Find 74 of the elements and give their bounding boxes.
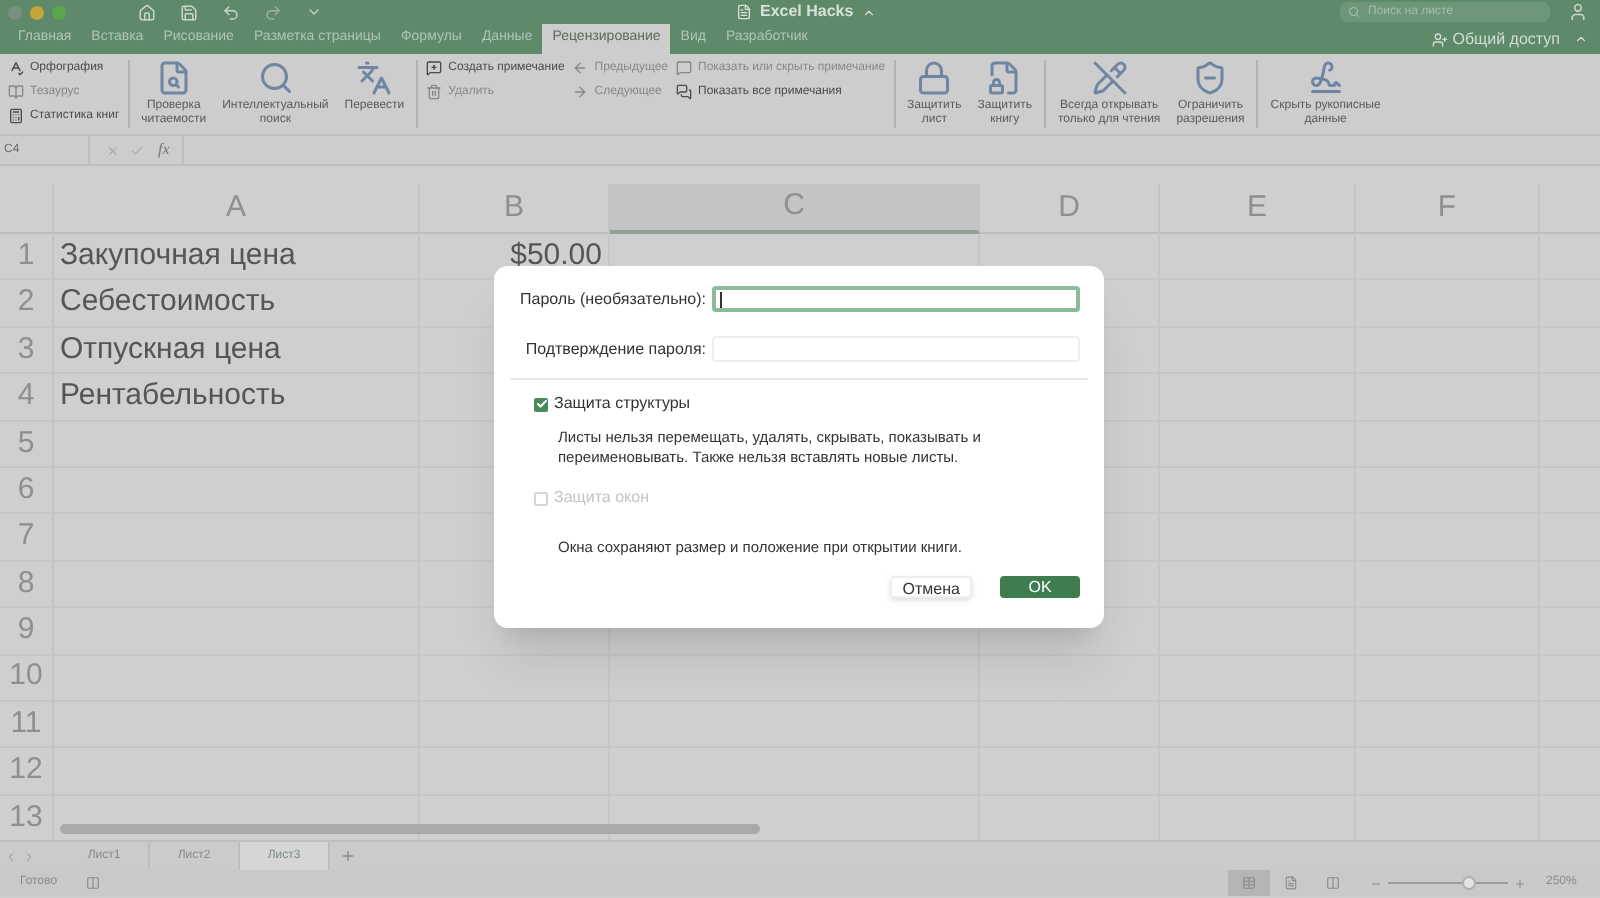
- trash-icon: [426, 84, 443, 100]
- table-cell-text: Отпускная цена: [60, 329, 281, 370]
- grid-view-icon: [1242, 876, 1256, 890]
- page-view-icon: [1284, 876, 1298, 890]
- workbook-icon: [736, 4, 752, 20]
- translate-icon: [356, 60, 393, 96]
- row-header[interactable]: 7: [0, 514, 54, 560]
- left-arrow-icon: [572, 60, 589, 76]
- previous-sheet-icon[interactable]: [4, 849, 18, 863]
- document-search-icon: [155, 60, 192, 96]
- search-icon: [1348, 6, 1360, 18]
- table-cell-text: Рентабельность: [60, 376, 286, 417]
- next-sheet-icon[interactable]: [22, 849, 36, 863]
- confirm-password-label: Подтверждение пароля:: [523, 337, 708, 361]
- save-icon[interactable]: [180, 3, 198, 21]
- file-lock-icon: [986, 60, 1023, 96]
- signature-icon: [1307, 60, 1344, 96]
- layout-view-icon: [1326, 876, 1340, 890]
- cancel-icon[interactable]: [106, 143, 120, 157]
- calculator-icon: [8, 108, 24, 124]
- password-field[interactable]: [712, 286, 1080, 312]
- column-header[interactable]: F: [1356, 184, 1540, 234]
- slider-thumb[interactable]: [1461, 876, 1476, 890]
- row-header[interactable]: 2: [0, 280, 54, 326]
- row-header[interactable]: 4: [0, 374, 54, 420]
- shield-icon: [1192, 60, 1229, 96]
- row-header[interactable]: 12: [0, 748, 54, 794]
- zoom-in-icon[interactable]: [1514, 877, 1526, 889]
- pencil-off-icon: [1091, 60, 1128, 96]
- redo-icon[interactable]: [264, 3, 282, 21]
- spellcheck-icon: [8, 60, 24, 76]
- row-header[interactable]: 5: [0, 421, 54, 466]
- row-header[interactable]: 10: [0, 655, 54, 700]
- zoom-slider[interactable]: [1388, 876, 1508, 890]
- comments-icon: [676, 84, 692, 100]
- zoom-out-icon[interactable]: [1370, 877, 1382, 889]
- comment-plus-icon: [426, 60, 443, 76]
- undo-icon[interactable]: [222, 3, 240, 21]
- column-header[interactable]: D: [980, 184, 1160, 234]
- column-header[interactable]: E: [1160, 184, 1356, 234]
- collapse-ribbon-icon[interactable]: [1574, 32, 1588, 46]
- ok-button[interactable]: OK: [1000, 576, 1080, 598]
- add-user-icon: [1432, 32, 1449, 48]
- view-button[interactable]: [1228, 870, 1270, 896]
- cancel-button[interactable]: Отмена: [890, 576, 972, 598]
- row-header[interactable]: 3: [0, 327, 54, 373]
- add-sheet-icon[interactable]: [340, 848, 356, 864]
- customize-icon[interactable]: [306, 4, 322, 20]
- horizontal-scrollbar[interactable]: [60, 824, 760, 834]
- share-button[interactable]: Общий доступ: [1432, 28, 1560, 52]
- row-header[interactable]: 1: [0, 234, 54, 279]
- row-header[interactable]: 6: [0, 467, 54, 513]
- password-label: Пароль (необязательно):: [518, 287, 708, 311]
- account-icon[interactable]: [1568, 2, 1588, 22]
- column-header[interactable]: A: [54, 184, 420, 234]
- table-cell-text: Закупочная цена: [60, 235, 296, 276]
- window-title: Excel Hacks: [760, 0, 854, 24]
- check-icon: [535, 398, 547, 410]
- row-header[interactable]: 8: [0, 561, 54, 607]
- option-checkbox[interactable]: Защита структуры: [534, 392, 691, 416]
- function-label[interactable]: fx: [158, 138, 170, 162]
- confirm-icon[interactable]: [130, 143, 144, 157]
- lock-icon: [916, 60, 953, 96]
- search-icon: [257, 60, 294, 96]
- table-cell-text: $50.00: [510, 235, 602, 276]
- row-header[interactable]: 11: [0, 701, 54, 747]
- comment-icon: [676, 60, 692, 76]
- text-cursor: [720, 291, 722, 307]
- book-icon: [8, 84, 24, 100]
- table-cell-text: Себестоимость: [60, 282, 276, 323]
- home-icon[interactable]: [138, 3, 156, 21]
- row-header[interactable]: 9: [0, 608, 54, 654]
- caret-icon[interactable]: [861, 5, 876, 19]
- right-arrow-icon: [572, 84, 589, 100]
